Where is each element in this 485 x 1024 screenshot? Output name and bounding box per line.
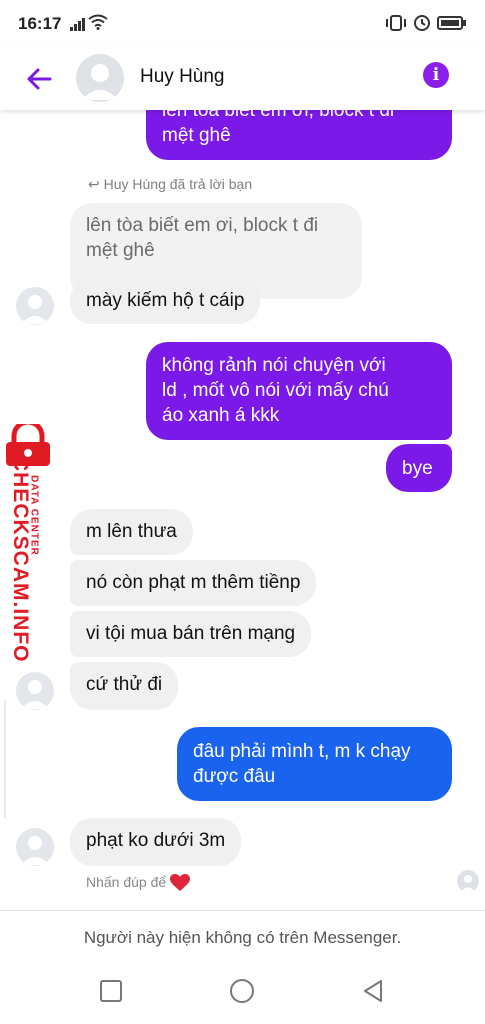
square-nav-icon[interactable] [98,978,124,1004]
circle-nav-icon[interactable] [228,977,256,1005]
triangle-back-nav-icon[interactable] [360,978,386,1004]
message-bubble-incoming[interactable]: nó còn phạt m thêm tiềnp [70,560,317,606]
vibrate-icon [386,15,406,31]
footer-divider [0,910,485,911]
signal-icon [70,18,85,31]
chat-header: Huy Hùng i [0,48,485,110]
scroll-edge [4,700,6,818]
unavailable-notice: Người này hiện không có trên Messenger. [83,928,402,947]
seen-avatar [457,870,479,892]
message-bubble-outgoing[interactable]: bye [386,444,452,492]
reply-icon: ↩ [88,176,100,192]
message-bubble-incoming[interactable]: mày kiếm hộ t cáip [70,278,261,324]
alarm-icon [414,15,430,31]
message-bubble-outgoing[interactable]: đâu phải mình t, m k chạy được đâu [177,727,452,801]
sender-avatar[interactable] [16,828,54,866]
back-arrow-icon[interactable] [22,62,56,96]
contact-name[interactable]: Huy Hùng [140,66,225,88]
status-bar: 16:17 [0,0,485,48]
watermark-title: CHECKSCAM.INFO [9,456,32,663]
message-bubble-incoming[interactable]: vi tội mua bán trên mạng [70,611,312,657]
sender-avatar[interactable] [16,672,54,710]
info-icon[interactable]: i [423,62,449,88]
message-bubble-incoming[interactable]: cứ thử đi [70,662,179,710]
heart-icon[interactable] [170,874,191,892]
message-bubble-incoming[interactable]: phạt ko dưới 3m [70,818,242,866]
system-nav-bar [0,960,485,1024]
battery-icon [437,16,466,30]
status-time: 16:17 [18,14,62,33]
message-bubble-incoming[interactable]: m lên thưa [70,509,193,555]
double-tap-hint: Nhấn đúp để [86,874,191,892]
status-right-icons [385,14,467,32]
sender-avatar[interactable] [16,287,54,325]
wifi-icon [88,14,108,30]
message-bubble-outgoing[interactable]: không rảnh nói chuyện với ld , mốt vô nó… [146,342,452,440]
reply-note: ↩ Huy Hùng đã trả lời bạn [88,176,253,192]
contact-avatar[interactable] [76,54,124,102]
